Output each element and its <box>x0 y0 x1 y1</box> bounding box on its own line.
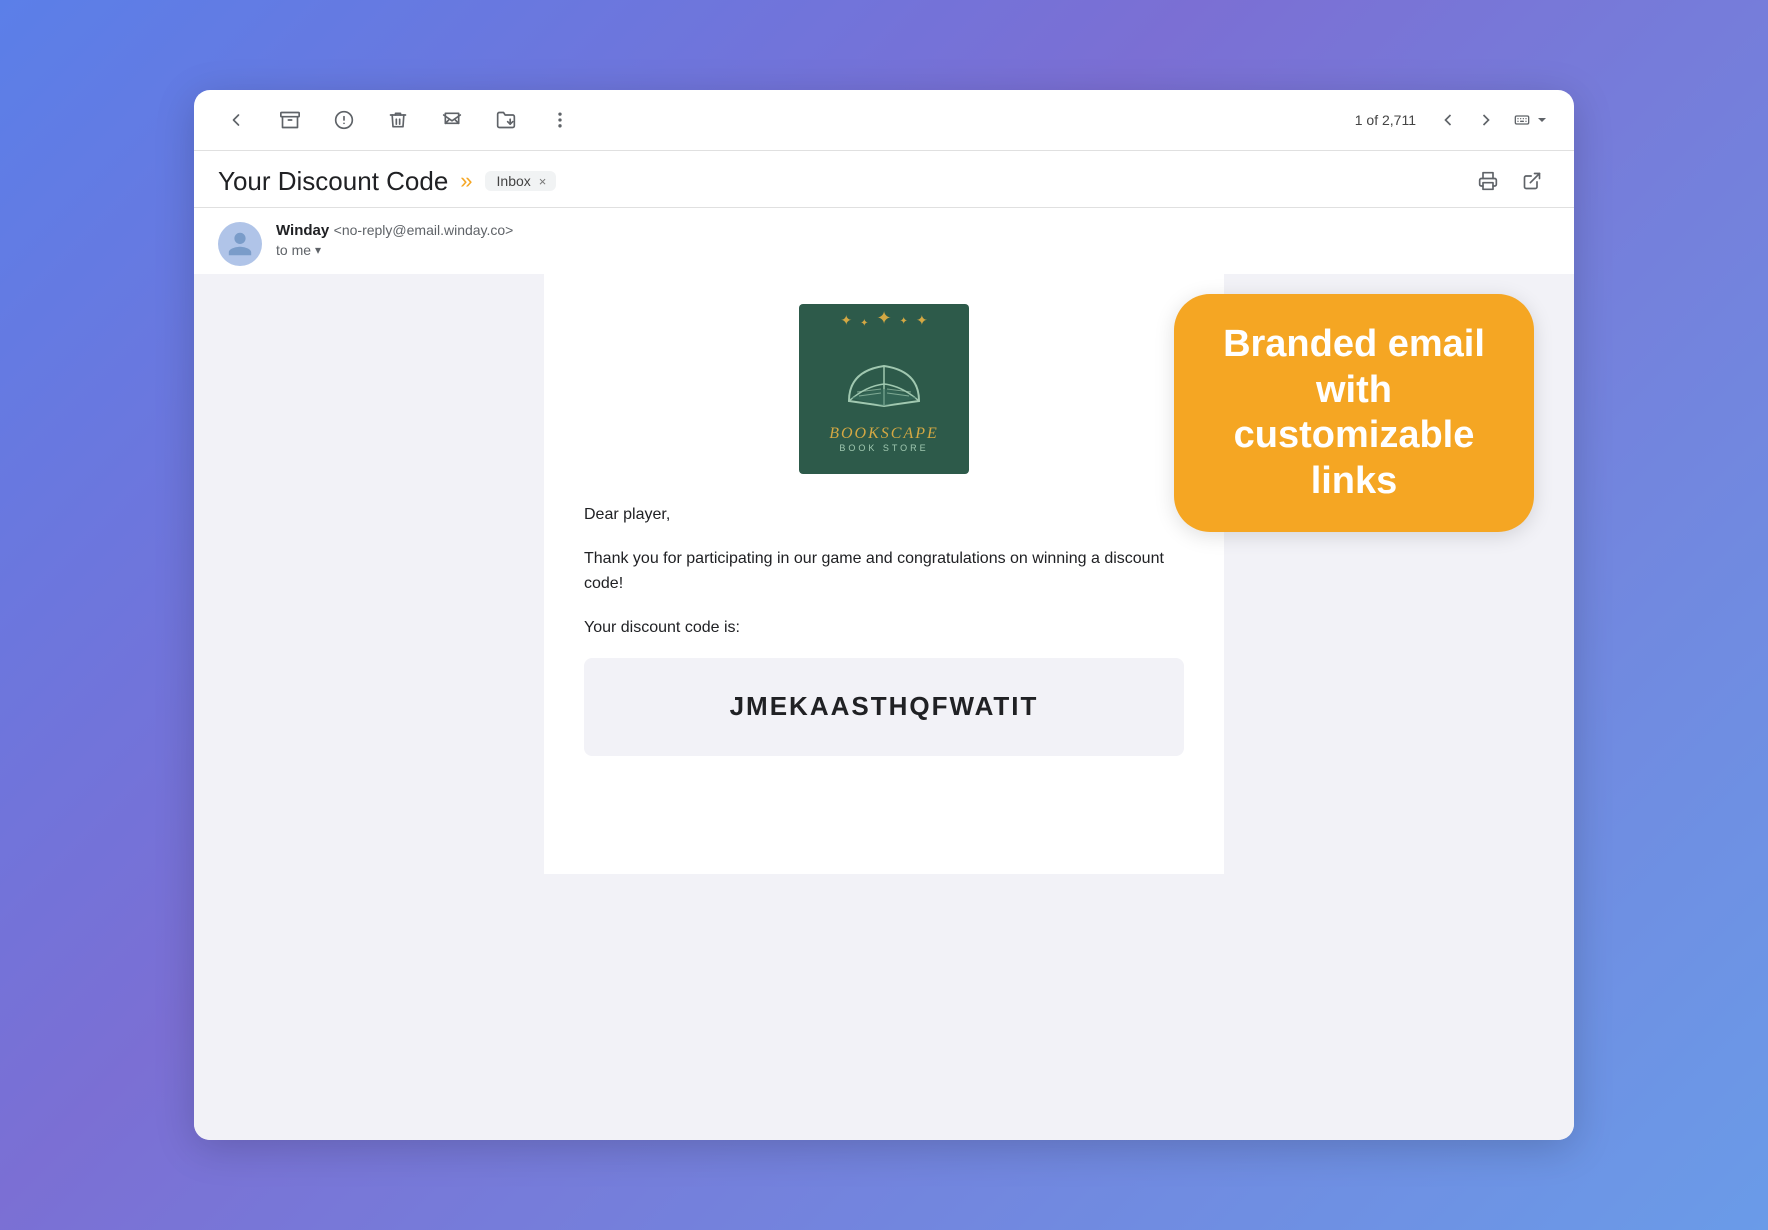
email-body-outer[interactable]: ✦ ✦ ✦ ✦ ✦ <box>194 274 1574 1140</box>
toolbar: 1 of 2,711 <box>194 90 1574 151</box>
nav-count: 1 of 2,711 <box>1355 112 1416 128</box>
toolbar-left <box>218 102 1335 138</box>
keyboard-shortcuts-button[interactable] <box>1514 102 1550 138</box>
callout-bubble: Branded email with customizable links <box>1174 294 1534 532</box>
sender-name: Winday <box>276 222 329 239</box>
move-button[interactable] <box>488 102 524 138</box>
sender-info: Winday <no-reply@email.winday.co> to me … <box>276 222 1550 258</box>
email-greeting: Dear player, <box>584 502 1184 528</box>
subject-actions <box>1470 163 1550 199</box>
prev-email-button[interactable] <box>1430 102 1466 138</box>
open-in-new-button[interactable] <box>1514 163 1550 199</box>
logo-bookscape-text: BOOKSCAPE <box>829 425 939 443</box>
print-button[interactable] <box>1470 163 1506 199</box>
email-window: 1 of 2,711 <box>194 90 1574 1140</box>
sender-row: Winday <no-reply@email.winday.co> to me … <box>194 208 1574 274</box>
mark-read-button[interactable] <box>434 102 470 138</box>
more-options-button[interactable] <box>542 102 578 138</box>
logo-book <box>839 356 929 421</box>
report-spam-button[interactable] <box>326 102 362 138</box>
logo-bookstore-text: BOOK STORE <box>829 443 939 453</box>
email-subject: Your Discount Code <box>218 166 448 197</box>
subject-arrow: » <box>460 168 472 194</box>
bookscape-logo: ✦ ✦ ✦ ✦ ✦ <box>799 304 969 474</box>
email-body-inner: ✦ ✦ ✦ ✦ ✦ <box>544 274 1224 874</box>
star-3: ✦ <box>876 308 891 329</box>
discount-code: JMEKAASTHQFWATIT <box>730 691 1039 721</box>
email-content: Dear player, Thank you for participating… <box>584 502 1184 756</box>
sender-avatar <box>218 222 262 266</box>
callout-text: Branded email with customizable links <box>1210 322 1498 504</box>
star-4: ✦ <box>900 316 908 329</box>
logo-area: ✦ ✦ ✦ ✦ ✦ <box>584 304 1184 474</box>
inbox-label: Inbox <box>497 173 531 189</box>
sender-to-row: to me ▾ <box>276 242 1550 258</box>
inbox-badge-close[interactable]: × <box>539 174 547 189</box>
subject-bar: Your Discount Code » Inbox × <box>194 151 1574 208</box>
archive-button[interactable] <box>272 102 308 138</box>
nav-arrows <box>1430 102 1504 138</box>
email-paragraph1: Thank you for participating in our game … <box>584 546 1184 597</box>
discount-code-box: JMEKAASTHQFWATIT <box>584 658 1184 756</box>
sender-email: <no-reply@email.winday.co> <box>334 222 514 238</box>
email-paragraph2: Your discount code is: <box>584 615 1184 641</box>
inbox-badge[interactable]: Inbox × <box>485 171 557 191</box>
to-label: to me <box>276 242 311 258</box>
logo-text: BOOKSCAPE BOOK STORE <box>829 425 939 453</box>
sender-details-toggle[interactable]: ▾ <box>315 243 321 257</box>
toolbar-right: 1 of 2,711 <box>1355 102 1550 138</box>
star-1: ✦ <box>840 312 852 329</box>
star-2: ✦ <box>860 318 868 329</box>
logo-stars: ✦ ✦ ✦ ✦ ✦ <box>799 312 969 329</box>
star-5: ✦ <box>916 312 928 329</box>
back-button[interactable] <box>218 102 254 138</box>
next-email-button[interactable] <box>1468 102 1504 138</box>
delete-button[interactable] <box>380 102 416 138</box>
